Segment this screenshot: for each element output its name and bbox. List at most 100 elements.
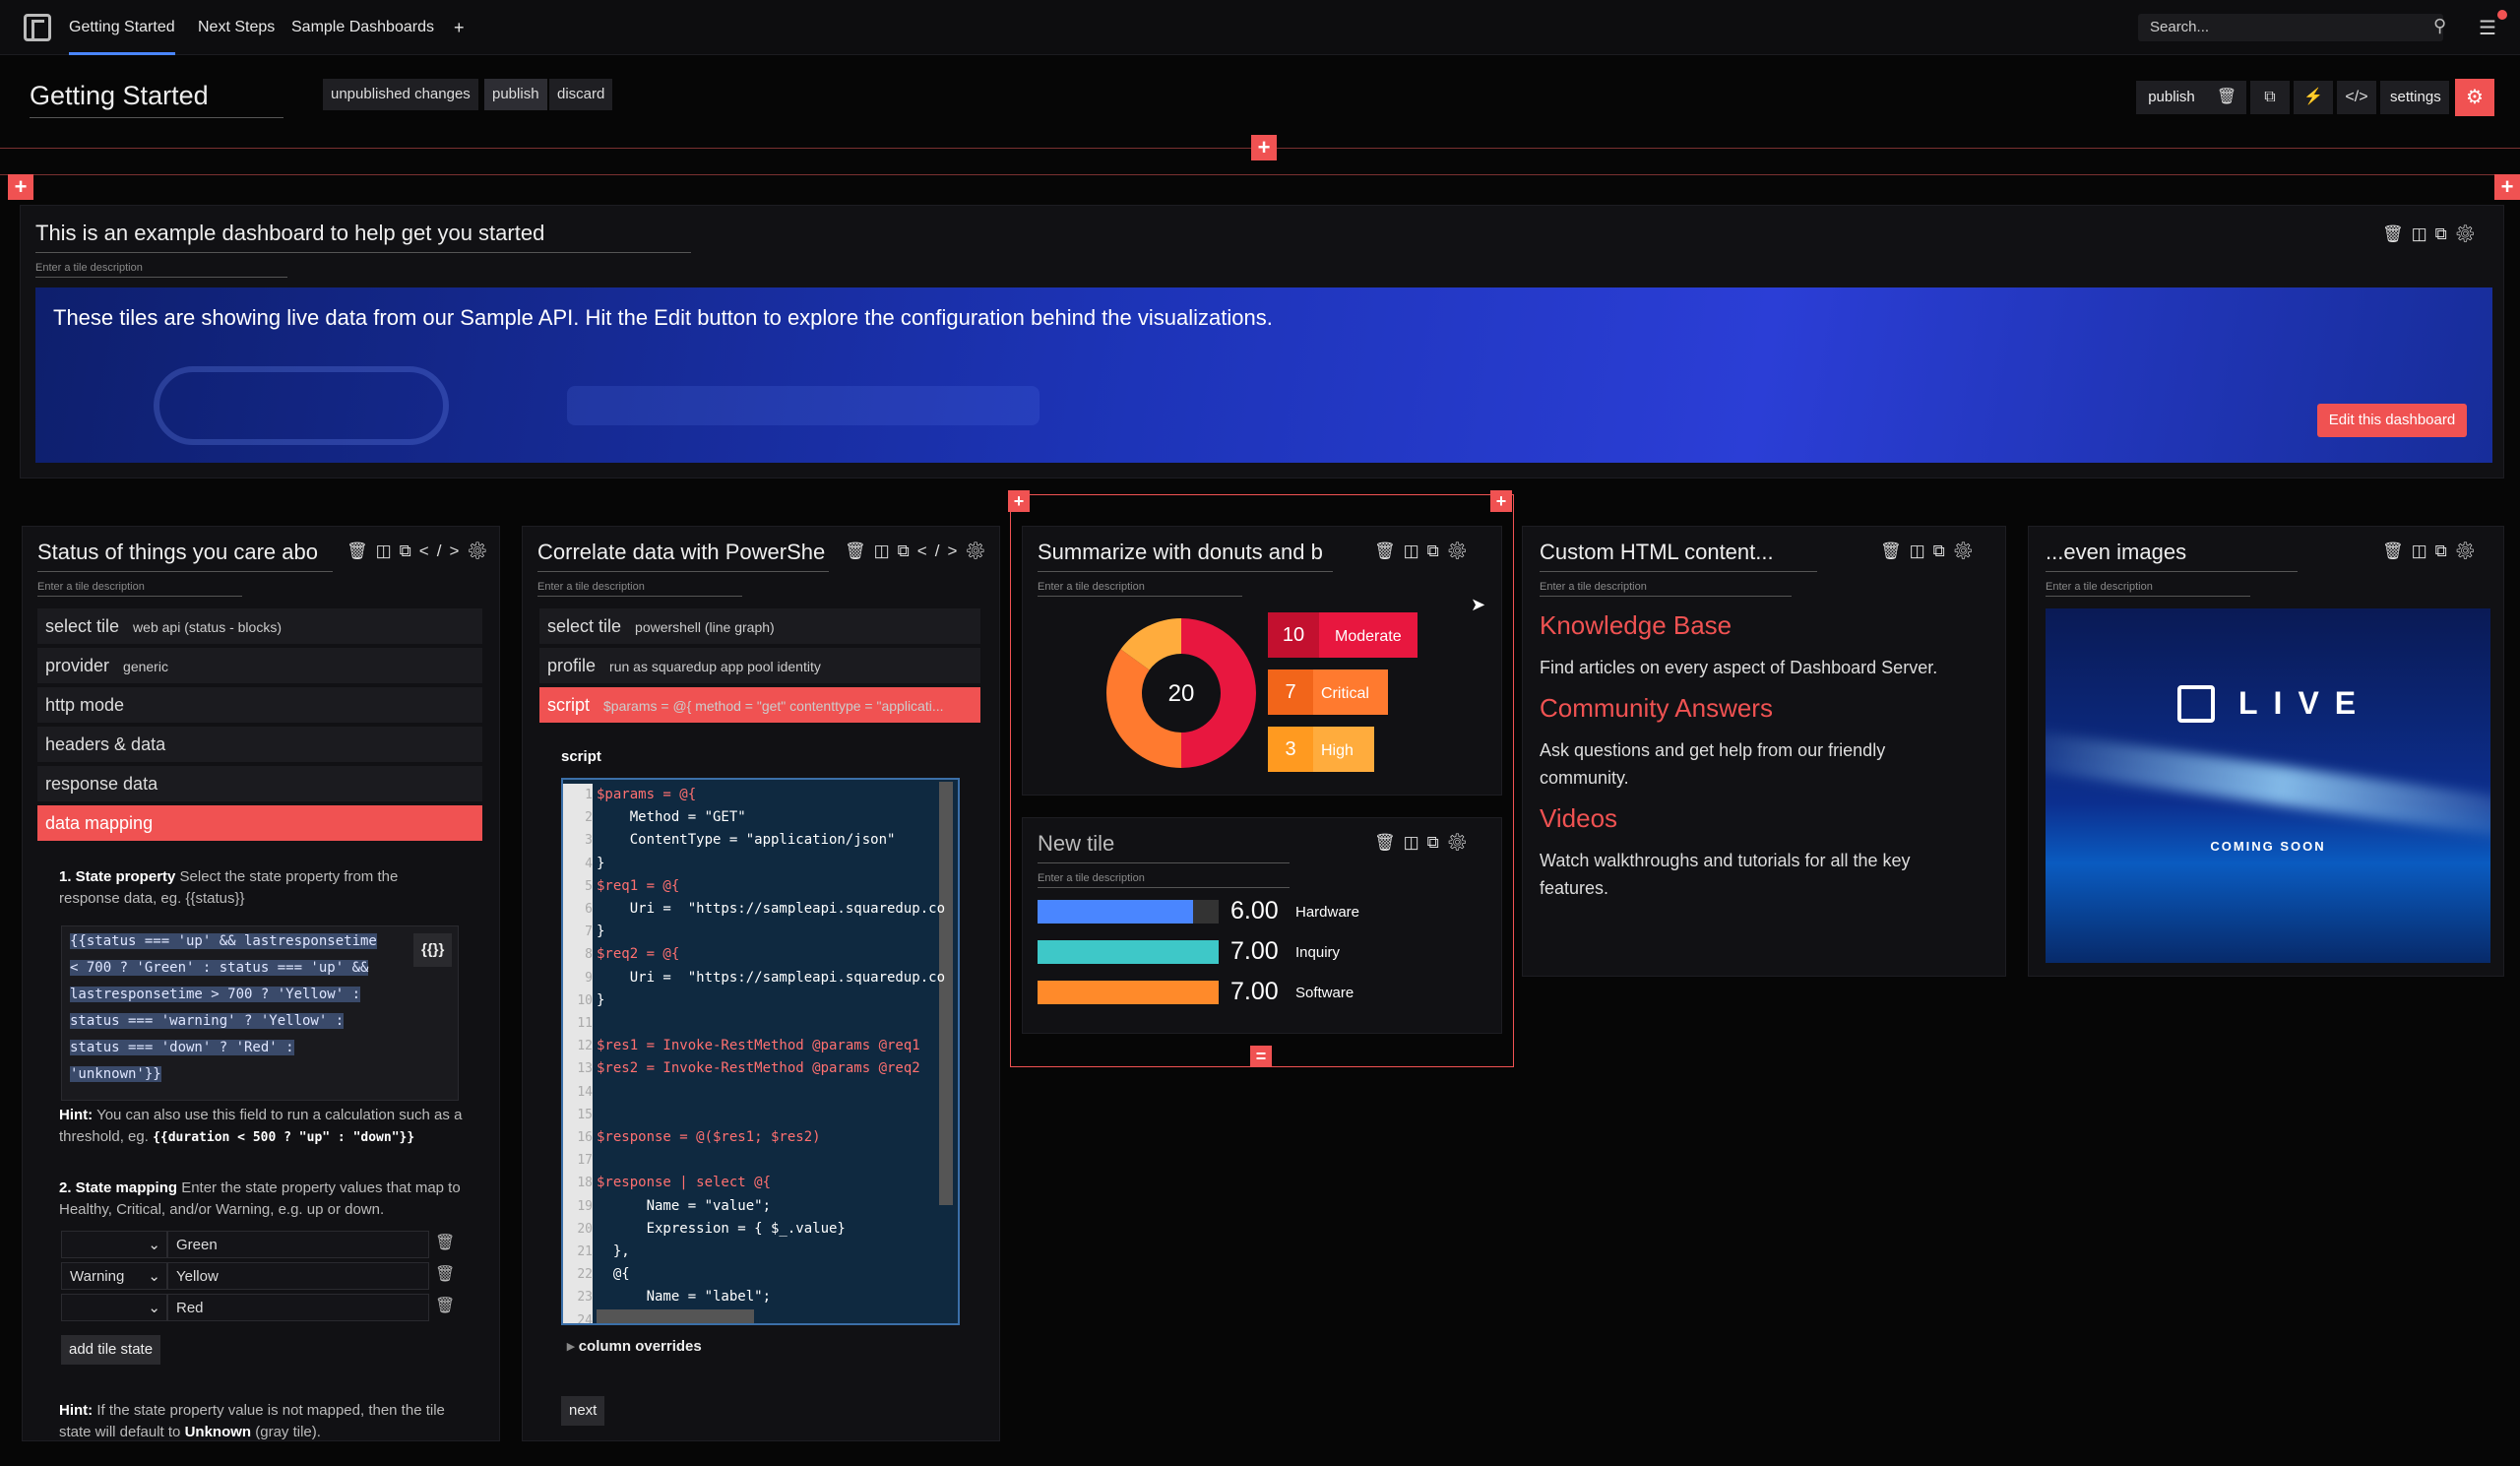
next-button[interactable]: next [561, 1396, 605, 1426]
search-icon[interactable]: ⚲ [2433, 16, 2457, 39]
link-community-answers[interactable]: Community Answers [1540, 693, 1773, 724]
gear-icon[interactable]: ⚙ [1447, 833, 1477, 852]
gear-icon[interactable]: ⚙ [2455, 79, 2494, 116]
tile-title[interactable]: Status of things you care abo [37, 540, 333, 572]
state-value-field[interactable]: Red [167, 1294, 429, 1321]
copy-icon[interactable]: ⧉ [2435, 542, 2455, 560]
delete-icon[interactable]: 🗑 [1374, 542, 1404, 560]
delete-icon[interactable]: 🗑 [1374, 833, 1404, 852]
copy-icon[interactable]: ⧉ [2250, 81, 2290, 114]
state-value-field[interactable]: Green [167, 1231, 429, 1258]
code-icon[interactable]: </> [917, 542, 966, 560]
gear-icon[interactable]: ⚙ [1953, 542, 1983, 560]
edit-dashboard-button[interactable]: Edit this dashboard [2317, 404, 2467, 437]
tile-description[interactable]: Enter a tile description [1038, 872, 1290, 888]
search-input[interactable]: Search... [2138, 14, 2443, 41]
expand-icon[interactable]: ◫ [874, 542, 898, 560]
hamburger-menu-icon[interactable]: ☰ [2479, 16, 2496, 40]
copy-icon[interactable]: ⧉ [1933, 542, 1953, 560]
script-editor[interactable]: 1 $params = @{2 Method = "GET" 3 ContentTy… [561, 778, 960, 1325]
copy-icon[interactable]: ⧉ [898, 542, 917, 560]
legend-critical[interactable]: 7 Critical [1268, 669, 1388, 715]
tile-description[interactable]: Enter a tile description [1038, 581, 1242, 597]
add-tab-button[interactable]: + [454, 0, 465, 55]
menu-select-tile[interactable]: select tile web api (status - blocks) [37, 608, 482, 644]
menu-select-tile[interactable]: select tile powershell (line graph) [539, 608, 980, 644]
app-logo-icon[interactable] [24, 14, 51, 41]
resize-handle-icon[interactable]: = [1250, 1046, 1272, 1067]
publish-button-right[interactable]: publish [2136, 81, 2207, 114]
gear-icon[interactable]: ⚙ [2455, 542, 2485, 560]
add-right-plus-icon[interactable]: + [1490, 490, 1512, 512]
tile-description[interactable]: Enter a tile description [2046, 581, 2250, 597]
legend-moderate[interactable]: 10 Moderate [1268, 612, 1418, 658]
insert-variable-button[interactable]: {{}} [413, 933, 453, 967]
menu-provider[interactable]: provider generic [37, 648, 482, 683]
state-property-code[interactable]: {{status === 'up' && lastresponsetime < … [61, 925, 459, 1101]
bar-hardware[interactable] [1038, 900, 1194, 924]
delete-row-icon[interactable]: 🗑 [435, 1264, 455, 1284]
tab-next-steps[interactable]: Next Steps [198, 0, 275, 55]
expand-icon[interactable]: ◫ [376, 542, 400, 560]
discard-button[interactable]: discard [549, 79, 613, 110]
tile-description[interactable]: Enter a tile description [1540, 581, 1792, 597]
add-right-plus-icon[interactable]: + [2494, 174, 2520, 200]
column-overrides-toggle[interactable]: ▸ column overrides [567, 1337, 702, 1355]
copy-icon[interactable]: ⧉ [1427, 833, 1447, 852]
tile-description[interactable]: Enter a tile description [37, 581, 242, 597]
menu-profile[interactable]: profile run as squaredup app pool identit… [539, 648, 980, 683]
add-tile-state-button[interactable]: add tile state [61, 1335, 161, 1365]
publish-button[interactable]: publish [484, 79, 547, 110]
copy-icon[interactable]: ⧉ [400, 542, 419, 560]
gear-icon[interactable]: ⚙ [1447, 542, 1477, 560]
tile-description[interactable]: Enter a tile description [35, 262, 287, 278]
code-icon[interactable]: </> [2337, 81, 2376, 114]
bar-inquiry[interactable] [1038, 940, 1219, 964]
delete-icon[interactable]: 🗑 [2382, 224, 2412, 243]
state-select-critical[interactable]: ⌄ [61, 1294, 167, 1321]
tile-title[interactable]: Summarize with donuts and b [1038, 540, 1333, 572]
tile-title[interactable]: This is an example dashboard to help get… [35, 221, 691, 253]
delete-icon[interactable]: 🗑 [1880, 542, 1910, 560]
tile-title[interactable]: Custom HTML content... [1540, 540, 1817, 572]
gear-icon[interactable]: ⚙ [467, 542, 496, 560]
add-left-plus-icon[interactable]: + [8, 174, 33, 200]
copy-icon[interactable]: ⧉ [2435, 224, 2455, 243]
link-videos[interactable]: Videos [1540, 803, 1617, 834]
expand-icon[interactable]: ◫ [2412, 542, 2435, 560]
bar-software[interactable] [1038, 981, 1219, 1004]
delete-row-icon[interactable]: 🗑 [435, 1233, 455, 1252]
copy-icon[interactable]: ⧉ [1427, 542, 1447, 560]
add-left-plus-icon[interactable]: + [1008, 490, 1030, 512]
tile-title[interactable]: Correlate data with PowerShe [537, 540, 829, 572]
delete-icon[interactable]: 🗑 [2207, 81, 2246, 114]
menu-response-data[interactable]: response data [37, 766, 482, 801]
tab-getting-started[interactable]: Getting Started [69, 0, 175, 55]
horizontal-scrollbar[interactable] [597, 1309, 754, 1323]
delete-icon[interactable]: 🗑 [2382, 542, 2412, 560]
code-icon[interactable]: </> [419, 542, 468, 560]
tile-title[interactable]: New tile [1038, 831, 1290, 863]
delete-icon[interactable]: 🗑 [346, 542, 376, 560]
vertical-scrollbar[interactable] [939, 782, 953, 1205]
delete-icon[interactable]: 🗑 [845, 542, 874, 560]
gear-icon[interactable]: ⚙ [965, 542, 994, 560]
lightning-icon[interactable]: ⚡ [2294, 81, 2333, 114]
link-knowledge-base[interactable]: Knowledge Base [1540, 610, 1732, 641]
tab-sample-dashboards[interactable]: Sample Dashboards [291, 0, 434, 55]
gear-icon[interactable]: ⚙ [2455, 224, 2485, 243]
tile-description[interactable]: Enter a tile description [537, 581, 742, 597]
legend-high[interactable]: 3 High [1268, 727, 1374, 772]
add-row-plus-icon[interactable]: + [1251, 135, 1277, 160]
menu-headers-data[interactable]: headers & data [37, 727, 482, 762]
menu-data-mapping[interactable]: data mapping [37, 805, 482, 841]
expand-icon[interactable]: ◫ [1404, 833, 1427, 852]
state-select-healthy[interactable]: ⌄ [61, 1231, 167, 1258]
tile-title[interactable]: ...even images [2046, 540, 2298, 572]
state-select-warning[interactable]: Warning ⌄ [61, 1262, 167, 1290]
settings-button[interactable]: settings [2380, 81, 2449, 114]
page-title[interactable]: Getting Started [30, 81, 284, 118]
menu-script[interactable]: script $params = @{ method = "get" conten… [539, 687, 980, 723]
state-value-field[interactable]: Yellow [167, 1262, 429, 1290]
expand-icon[interactable]: ◫ [1910, 542, 1933, 560]
